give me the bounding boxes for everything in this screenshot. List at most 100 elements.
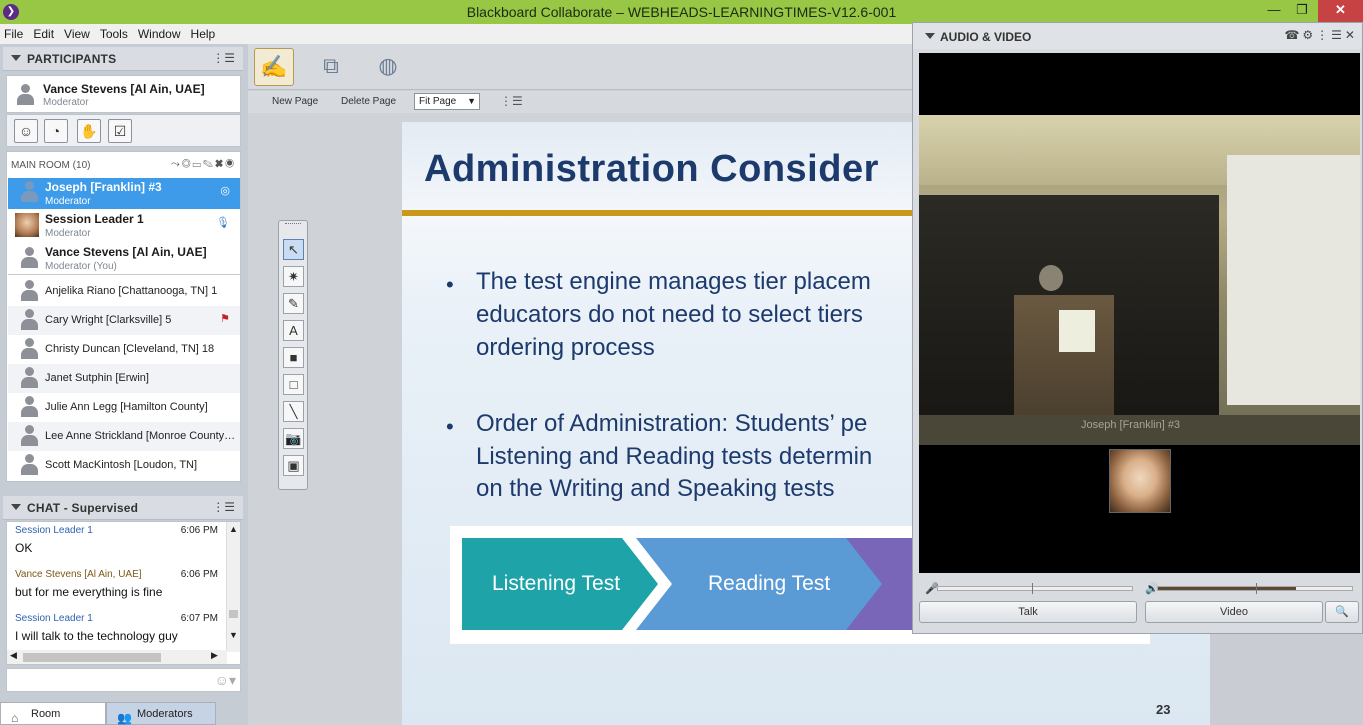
audio-video-title: AUDIO & VIDEO [940,30,1032,44]
whiteboard-tab-icon[interactable]: ✍ [254,48,294,86]
user-avatar-icon [20,367,38,389]
participant-row[interactable]: Christy Duncan [Cleveland, TN] 18 [8,335,240,364]
scroll-right-icon[interactable]: ▶ [211,650,218,661]
step-label: Reading Test [708,572,831,595]
moderators-icon: 👥 [117,711,132,725]
filled-shape-tool-icon[interactable]: ■ [283,347,304,368]
bullet-text: Listening and Reading tests determin [476,443,873,470]
new-page-button[interactable]: New Page [272,96,318,107]
status-flag-icon: ⚑ [220,313,230,325]
minimize-button[interactable]: — [1260,0,1288,22]
pointer-tool-icon[interactable]: ✷ [283,266,304,287]
room-icon: ⌂ [11,711,19,725]
pen-tool-icon[interactable]: ✎ [283,293,304,314]
bullet-text: on the Writing and Speaking tests [476,475,835,502]
audio-video-panel: AUDIO & VIDEO ☎⚙⋮☰✕ Joseph [Franklin] #3… [912,22,1363,634]
chat-header[interactable]: CHAT - Supervised ⋮☰ [3,496,243,520]
polling-checkbox-icon[interactable]: ☑ [108,119,132,143]
my-role: Moderator [43,97,89,108]
participant-row[interactable]: Anjelika Riano [Chattanooga, TN] 1 [8,277,240,306]
user-avatar-icon [20,280,38,302]
participant-name: Julie Ann Legg [Hamilton County] [45,401,208,413]
user-avatar-icon [20,454,38,476]
chat-vertical-scrollbar[interactable]: ▲ ▼ [226,522,240,652]
tab-room[interactable]: ⌂ Room [0,702,106,725]
select-tool-icon[interactable]: ↖ [283,239,304,260]
toolbar-grip[interactable] [285,223,301,226]
zoom-select[interactable]: Fit Page ▼ [414,93,480,110]
talking-mic-icon: 🎙 [216,217,230,229]
participant-row[interactable]: Julie Ann Legg [Hamilton County] [8,393,240,422]
room-tools-icons[interactable]: ⤳◎▭✎✖◉ [171,158,236,171]
talk-button[interactable]: Talk [919,601,1137,623]
page-menu-icon[interactable]: ⋮☰ [500,94,523,108]
chat-time: 6:06 PM [180,569,218,580]
scroll-thumb[interactable] [229,610,238,618]
slide-title: Administration Consider [424,148,879,190]
participant-name: Anjelika Riano [Chattanooga, TN] 1 [45,285,218,297]
shape-tool-icon[interactable]: □ [283,374,304,395]
delete-page-button[interactable]: Delete Page [341,96,396,107]
participant-name: Lee Anne Strickland [Monroe County… [45,430,236,442]
participant-row[interactable]: Janet Sutphin [Erwin] [8,364,240,393]
chat-input[interactable]: ☺▾ [6,668,241,692]
participant-row[interactable]: Session Leader 1 Moderator 🎙 [8,210,240,242]
video-preview-icon[interactable]: 🔍 [1325,601,1359,623]
participants-header[interactable]: PARTICIPANTS ⋮☰ [3,47,243,71]
av-header-icons[interactable]: ☎⚙⋮☰✕ [1284,28,1358,42]
video-button[interactable]: Video [1145,601,1323,623]
app-share-tab-icon[interactable]: ⧉ [311,48,351,86]
menu-bar: File Edit View Tools Window Help [0,24,912,44]
menu-file[interactable]: File [0,27,29,41]
away-icon[interactable]: ◔ [44,119,68,143]
web-tour-tab-icon[interactable]: ◍ [368,48,408,86]
collapse-triangle-icon[interactable] [925,33,935,39]
speaker-volume-slider[interactable] [1157,583,1353,594]
av-buttons: Talk Video 🔍 [919,601,1360,625]
emoticon-icon[interactable]: ☺▾ [215,672,236,689]
panel-menu-icon[interactable]: ⋮☰ [212,500,235,514]
participant-row[interactable]: Vance Stevens [Al Ain, UAE] Moderator (Y… [8,243,240,275]
user-avatar-icon [20,396,38,418]
bottom-tabs: ⌂ Room 👥 Moderators [0,702,248,725]
line-tool-icon[interactable]: ╲ [283,401,304,422]
mic-level-slider[interactable] [937,583,1133,594]
my-name: Vance Stevens [Al Ain, UAE] [43,82,205,96]
scroll-up-icon[interactable]: ▲ [229,524,238,534]
close-button[interactable]: ✕ [1318,0,1363,22]
menu-tools[interactable]: Tools [96,27,134,41]
text-tool-icon[interactable]: A [283,320,304,341]
menu-help[interactable]: Help [187,27,222,41]
clipart-tool-icon[interactable]: ▣ [283,455,304,476]
participant-row[interactable]: Scott MacKintosh [Loudon, TN] [8,451,240,480]
audio-video-header[interactable]: AUDIO & VIDEO ☎⚙⋮☰✕ [913,23,1362,49]
menu-window[interactable]: Window [134,27,187,41]
screenshot-tool-icon[interactable]: 📷 [283,428,304,449]
collapse-triangle-icon[interactable] [11,504,21,510]
participant-role: Moderator [45,196,91,207]
chat-messages: Session Leader 1 6:06 PM OK Vance Steven… [6,521,241,665]
window-title: Blackboard Collaborate – WEBHEADS-LEARNI… [466,4,897,20]
participant-row[interactable]: Cary Wright [Clarksville] 5 ⚑ [8,306,240,335]
status-toolbar: ☺ ◔ ✋ ☑ [6,114,241,147]
main-room-label: MAIN ROOM (10) [11,160,91,171]
chat-time: 6:07 PM [180,613,218,624]
maximize-button[interactable]: ❐ [1288,0,1316,22]
chat-time: 6:06 PM [180,525,218,536]
chat-horizontal-scrollbar[interactable]: ◀ ▶ [7,650,227,664]
user-avatar-icon [20,309,38,331]
scroll-thumb[interactable] [23,653,161,662]
panel-menu-icon[interactable]: ⋮☰ [212,51,235,65]
participant-row[interactable]: Joseph [Franklin] #3 Moderator ◎ [8,178,240,209]
smiley-icon[interactable]: ☺ [14,119,38,143]
participant-video-thumbnail[interactable] [1109,449,1171,513]
collapse-triangle-icon[interactable] [11,55,21,61]
participant-row[interactable]: Lee Anne Strickland [Monroe County… [8,422,240,451]
tab-moderators[interactable]: 👥 Moderators [106,702,216,725]
chat-text: OK [15,541,33,555]
scroll-left-icon[interactable]: ◀ [10,650,17,661]
menu-edit[interactable]: Edit [29,27,60,41]
scroll-down-icon[interactable]: ▼ [229,630,238,640]
menu-view[interactable]: View [60,27,96,41]
raise-hand-icon[interactable]: ✋ [77,119,101,143]
